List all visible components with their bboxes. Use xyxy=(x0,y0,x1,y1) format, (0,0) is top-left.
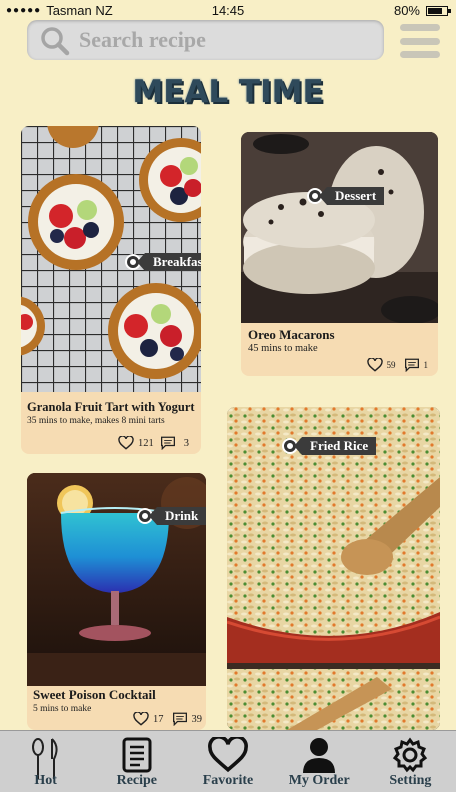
recipe-meta: 5 mins to make xyxy=(33,704,92,714)
recipe-card-granola-tart[interactable]: Breakfast Granola Fruit Tart with Yogurt… xyxy=(21,126,201,454)
comments-count: 1 xyxy=(423,360,429,370)
comment-icon[interactable] xyxy=(404,358,420,372)
clock: 14:45 xyxy=(211,3,245,18)
recipe-card-oreo-macarons[interactable]: Dessert Oreo Macarons 45 mins to make 59… xyxy=(241,132,438,376)
heart-icon[interactable] xyxy=(133,712,149,726)
fried-rice-photo xyxy=(227,407,440,730)
tag-label: Drink xyxy=(148,507,206,525)
recipe-stats: 17 39 xyxy=(133,712,202,726)
category-tag-dessert[interactable]: Dessert xyxy=(309,187,385,205)
recipe-meta: 45 mins to make xyxy=(248,343,318,354)
likes-count: 59 xyxy=(386,360,396,370)
likes-count: 17 xyxy=(153,713,164,725)
recipe-name: Sweet Poison Cocktail xyxy=(33,687,156,702)
battery-icon xyxy=(426,5,451,16)
tag-label: Dessert xyxy=(318,187,385,205)
battery-percent: 80% xyxy=(393,3,420,18)
tab-recipe[interactable]: Recipe xyxy=(91,731,182,792)
recipe-stats: 121 3 xyxy=(118,436,189,450)
page-title: MEAL TIME xyxy=(132,74,324,110)
oreo-macarons-photo xyxy=(241,132,438,323)
tab-label: Favorite xyxy=(202,773,254,788)
recipe-card-sweet-poison-cocktail[interactable]: Drink Sweet Poison Cocktail 5 mins to ma… xyxy=(27,473,206,730)
gear-icon xyxy=(393,737,428,773)
tag-label: Fried Rice xyxy=(293,437,377,455)
category-tag-breakfast[interactable]: Breakfast xyxy=(127,253,201,271)
recipe-name: Granola Fruit Tart with Yogurt xyxy=(27,400,195,414)
tab-favorite[interactable]: Favorite xyxy=(182,731,273,792)
recipe-stats: 59 1 xyxy=(366,358,429,372)
category-tag-fried-rice[interactable]: Fried Rice xyxy=(284,437,377,455)
comments-count: 3 xyxy=(183,437,189,449)
bottom-tab-bar: Hot Recipe Favorite My Order Setting xyxy=(0,730,456,792)
user-icon xyxy=(303,738,336,773)
tab-label: Hot xyxy=(34,773,57,788)
heart-icon xyxy=(208,737,248,773)
category-tag-drink[interactable]: Drink xyxy=(139,507,206,525)
heart-icon[interactable] xyxy=(118,436,134,450)
search-icon[interactable] xyxy=(35,24,75,56)
tab-label: Recipe xyxy=(116,773,158,788)
tab-hot[interactable]: Hot xyxy=(0,731,91,792)
battery-group: 80% xyxy=(393,3,451,18)
comment-icon[interactable] xyxy=(160,436,176,450)
tab-label: Setting xyxy=(389,773,432,788)
status-bar: ●●●●● Tasman NZ 14:45 80% xyxy=(0,0,456,20)
comment-icon[interactable] xyxy=(172,712,188,726)
hamburger-menu-icon[interactable] xyxy=(400,24,440,58)
recipe-card-fried-rice[interactable]: Fried Rice xyxy=(227,407,440,730)
search-bar[interactable] xyxy=(27,20,384,60)
tab-label: My Order xyxy=(288,773,350,788)
cocktail-photo xyxy=(27,473,206,686)
recipe-meta: 35 mins to make, makes 8 mini tarts xyxy=(27,416,165,426)
recipe-list-icon xyxy=(122,737,152,773)
likes-count: 121 xyxy=(138,437,154,449)
tag-label: Breakfast xyxy=(137,253,201,271)
comments-count: 39 xyxy=(191,713,203,725)
recipe-name: Oreo Macarons xyxy=(248,327,335,342)
tab-setting[interactable]: Setting xyxy=(365,731,456,792)
heart-icon[interactable] xyxy=(366,358,383,372)
tab-my-order[interactable]: My Order xyxy=(274,731,365,792)
search-input[interactable] xyxy=(79,27,369,53)
